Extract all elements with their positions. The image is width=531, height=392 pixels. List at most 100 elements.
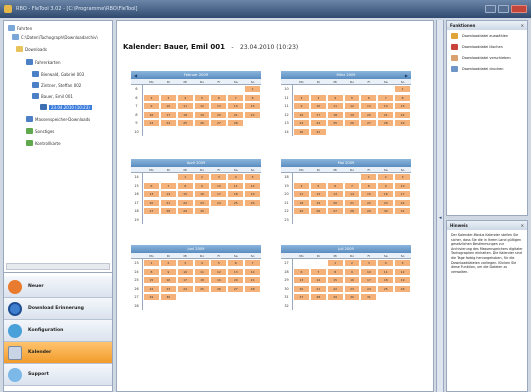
day-cell[interactable]: 7 bbox=[344, 182, 360, 189]
day-cell[interactable]: 19 bbox=[310, 199, 326, 206]
day-cell[interactable]: 1 bbox=[144, 260, 159, 267]
day-cell[interactable]: 24 bbox=[211, 199, 227, 206]
tree-horizontal-scrollbar[interactable] bbox=[6, 263, 110, 270]
tree-item-downloads[interactable]: Downloads bbox=[16, 46, 47, 52]
day-cell[interactable]: 3 bbox=[211, 174, 227, 181]
day-cell[interactable]: 13 bbox=[294, 277, 309, 284]
day-cell[interactable]: 8 bbox=[327, 268, 343, 275]
splitter[interactable]: ◂ bbox=[436, 20, 444, 392]
day-cell[interactable]: 8 bbox=[395, 94, 411, 101]
day-cell[interactable]: 16 bbox=[144, 111, 159, 118]
day-cell[interactable]: 19 bbox=[194, 111, 210, 118]
day-cell[interactable]: 17 bbox=[395, 191, 411, 198]
day-cell[interactable]: 30 bbox=[378, 208, 394, 215]
day-cell[interactable]: 2 bbox=[344, 260, 360, 267]
day-cell[interactable]: 13 bbox=[144, 191, 159, 198]
day-cell[interactable]: 6 bbox=[228, 260, 244, 267]
day-cell[interactable]: 2 bbox=[294, 94, 309, 101]
day-cell[interactable]: 20 bbox=[228, 277, 244, 284]
day-cell[interactable]: 17 bbox=[310, 111, 326, 118]
day-cell[interactable]: 15 bbox=[327, 277, 343, 284]
day-cell[interactable]: 24 bbox=[310, 120, 326, 127]
day-cell[interactable]: 14 bbox=[378, 103, 394, 110]
day-cell[interactable]: 31 bbox=[361, 294, 377, 301]
day-cell[interactable]: 21 bbox=[344, 199, 360, 206]
day-cell[interactable]: 22 bbox=[144, 285, 159, 292]
day-cell[interactable]: 16 bbox=[344, 277, 360, 284]
day-cell[interactable]: 19 bbox=[211, 277, 227, 284]
day-cell[interactable]: 2 bbox=[160, 260, 176, 267]
day-cell[interactable]: 14 bbox=[160, 191, 176, 198]
day-cell[interactable]: 23 bbox=[294, 120, 309, 127]
day-cell[interactable]: 4 bbox=[327, 94, 343, 101]
day-cell[interactable]: 13 bbox=[327, 191, 343, 198]
day-cell[interactable]: 10 bbox=[361, 268, 377, 275]
day-cell[interactable]: 16 bbox=[194, 191, 210, 198]
day-cell[interactable]: 17 bbox=[361, 277, 377, 284]
day-cell[interactable]: 3 bbox=[160, 94, 176, 101]
close-button[interactable] bbox=[511, 5, 527, 13]
close-icon[interactable]: × bbox=[521, 23, 524, 28]
day-cell[interactable]: 15 bbox=[144, 277, 159, 284]
day-cell[interactable]: 28 bbox=[344, 208, 360, 215]
day-cell[interactable]: 29 bbox=[327, 294, 343, 301]
day-cell[interactable]: 26 bbox=[395, 285, 411, 292]
function-move[interactable]: Downloaddatei verschieben bbox=[447, 52, 527, 63]
day-cell[interactable]: 11 bbox=[294, 191, 309, 198]
day-cell[interactable]: 25 bbox=[327, 120, 343, 127]
day-cell[interactable]: 28 bbox=[310, 294, 326, 301]
close-icon[interactable]: × bbox=[521, 223, 524, 228]
nav-konfiguration[interactable]: Konfiguration bbox=[4, 320, 112, 342]
tree-item-driver-zintner[interactable]: Zintner, Steffan 002 bbox=[32, 82, 81, 88]
day-cell[interactable]: 12 bbox=[310, 191, 326, 198]
day-cell[interactable]: 1 bbox=[395, 86, 411, 93]
day-cell[interactable]: 16 bbox=[160, 277, 176, 284]
day-cell[interactable]: 25 bbox=[228, 199, 244, 206]
day-cell[interactable]: 9 bbox=[294, 103, 309, 110]
day-cell[interactable]: 21 bbox=[160, 199, 176, 206]
tree-item-kontrollkarte[interactable]: Kontrollkarte bbox=[26, 140, 61, 146]
day-cell[interactable]: 27 bbox=[327, 208, 343, 215]
tree-item-archive-root[interactable]: C:\Daten\Tachograph\Downloadarchiv\ bbox=[12, 34, 98, 40]
day-cell[interactable]: 5 bbox=[245, 174, 261, 181]
day-cell[interactable]: 17 bbox=[160, 111, 176, 118]
day-cell[interactable]: 11 bbox=[177, 103, 193, 110]
day-cell[interactable]: 6 bbox=[327, 182, 343, 189]
day-cell[interactable]: 26 bbox=[344, 120, 360, 127]
day-cell[interactable]: 15 bbox=[395, 103, 411, 110]
tree-item-fahrten[interactable]: Fahrten bbox=[8, 25, 32, 31]
day-cell[interactable]: 3 bbox=[395, 174, 411, 181]
day-cell[interactable]: 8 bbox=[144, 268, 159, 275]
day-cell[interactable]: 15 bbox=[177, 191, 193, 198]
day-cell[interactable]: 29 bbox=[361, 208, 377, 215]
day-cell[interactable]: 14 bbox=[228, 103, 244, 110]
day-cell[interactable]: 23 bbox=[344, 285, 360, 292]
day-cell[interactable]: 3 bbox=[361, 260, 377, 267]
day-cell[interactable]: 18 bbox=[194, 277, 210, 284]
day-cell[interactable]: 20 bbox=[211, 111, 227, 118]
day-cell[interactable]: 28 bbox=[228, 120, 244, 127]
collapse-arrow-icon[interactable]: ◂ bbox=[439, 215, 442, 221]
function-select[interactable]: Downloaddatei auswählen bbox=[447, 30, 527, 41]
day-cell[interactable]: 28 bbox=[160, 208, 176, 215]
day-cell[interactable]: 6 bbox=[361, 94, 377, 101]
day-cell[interactable]: 4 bbox=[194, 260, 210, 267]
day-cell[interactable]: 22 bbox=[395, 111, 411, 118]
day-cell[interactable]: 7 bbox=[160, 182, 176, 189]
day-cell[interactable]: 6 bbox=[144, 182, 159, 189]
day-cell[interactable]: 18 bbox=[177, 111, 193, 118]
day-cell[interactable]: 5 bbox=[395, 260, 411, 267]
day-cell[interactable]: 23 bbox=[160, 285, 176, 292]
day-cell[interactable]: 24 bbox=[361, 285, 377, 292]
day-cell[interactable]: 9 bbox=[160, 268, 176, 275]
day-cell[interactable]: 15 bbox=[245, 103, 261, 110]
day-cell[interactable]: 16 bbox=[378, 191, 394, 198]
tree-item-massenspeicher[interactable]: Massenspeicher-Downloads bbox=[26, 116, 90, 122]
day-cell[interactable]: 10 bbox=[160, 103, 176, 110]
day-cell[interactable]: 19 bbox=[245, 191, 261, 198]
day-cell[interactable]: 10 bbox=[395, 182, 411, 189]
day-cell[interactable]: 25 bbox=[378, 285, 394, 292]
day-cell[interactable]: 3 bbox=[177, 260, 193, 267]
day-cell[interactable]: 27 bbox=[211, 120, 227, 127]
maximize-button[interactable] bbox=[498, 5, 509, 13]
